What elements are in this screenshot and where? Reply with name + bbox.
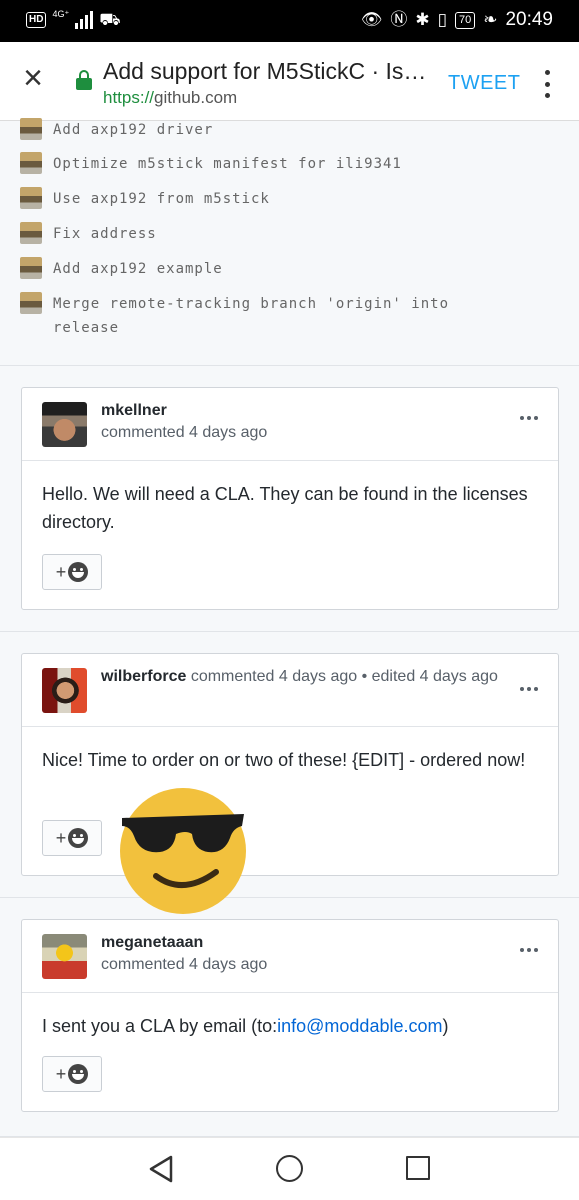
status-right: 👁 Ⓝ ✱ ▯ 70 ❧ 20:49 [361, 9, 553, 31]
vibrate-icon: ▯ [437, 10, 447, 29]
sunglasses-emoji-icon [120, 788, 246, 914]
nfc-icon: Ⓝ [390, 10, 408, 29]
hd-badge: HD [26, 12, 47, 28]
comment-card: mkellner commented 4 days ago Hello. We … [21, 387, 559, 610]
commit-avatar [20, 152, 42, 174]
more-horiz-icon[interactable] [520, 948, 538, 952]
back-icon[interactable] [148, 1155, 174, 1183]
plus-label: + [55, 828, 67, 848]
comment-header: wilberforce commented 4 days ago • edite… [22, 654, 558, 727]
comment-header-text: wilberforce commented 4 days ago • edite… [101, 668, 498, 686]
commit-avatar [20, 257, 42, 279]
status-left: HD 4G⁺ ⛟ [26, 8, 121, 30]
bus-icon: ⛟ [99, 10, 121, 29]
commits-list: Add axp192 driver Optimize m5stick manif… [0, 118, 579, 366]
lock-icon[interactable] [76, 70, 92, 90]
commit-avatar [20, 118, 42, 140]
bluetooth-icon: ✱ [415, 10, 430, 29]
recents-icon[interactable] [406, 1156, 430, 1180]
clock: 20:49 [505, 9, 553, 30]
more-vert-icon[interactable] [537, 70, 557, 98]
commit-item[interactable]: Merge remote-tracking branch 'origin' in… [20, 292, 523, 340]
avatar[interactable] [42, 402, 87, 447]
add-reaction-icon [68, 1064, 89, 1084]
email-link[interactable]: info@moddable.com [277, 1016, 442, 1036]
more-horiz-icon[interactable] [520, 416, 538, 420]
comment-author[interactable]: mkellner [101, 402, 167, 420]
commit-avatar [20, 292, 42, 314]
comment-body: Nice! Time to order on or two of these! … [42, 750, 526, 770]
commit-message[interactable]: Optimize m5stick manifest for ili9341 [53, 152, 523, 176]
body-text-end: ) [442, 1016, 449, 1036]
commit-message[interactable]: Merge remote-tracking branch 'origin' in… [53, 292, 523, 340]
plus-label: + [55, 1064, 67, 1084]
page-url[interactable]: https://github.com [103, 88, 237, 108]
url-host: github.com [154, 88, 238, 107]
comment-body: I sent you a CLA by email (to:info@modda… [22, 993, 558, 1040]
custom-tab-toolbar: × Add support for M5StickC · Issu... htt… [0, 42, 579, 121]
commit-item[interactable]: Fix address [20, 222, 523, 246]
signal-icon [75, 11, 94, 29]
add-reaction-icon [68, 562, 89, 582]
comment-section: meganetaaan commented 4 days ago I sent … [0, 898, 579, 1137]
comment-section: mkellner commented 4 days ago Hello. We … [0, 366, 579, 632]
commit-message[interactable]: Use axp192 from m5stick [53, 187, 523, 211]
comment-author[interactable]: wilberforce [101, 668, 186, 685]
avatar[interactable] [42, 934, 87, 979]
comment-timestamp: commented 4 days ago [101, 956, 268, 973]
plus-label: + [55, 562, 67, 582]
more-horiz-icon[interactable] [520, 687, 538, 691]
commit-avatar [20, 222, 42, 244]
commit-message[interactable]: Add axp192 example [53, 257, 523, 281]
url-protocol: https:// [103, 88, 155, 107]
add-reaction-icon [68, 828, 89, 848]
leaf-icon: ❧ [483, 10, 498, 29]
home-icon[interactable] [276, 1155, 303, 1182]
network-type: 4G⁺ [52, 8, 70, 19]
commit-message[interactable]: Add axp192 driver [53, 118, 523, 142]
comment-body: Hello. We will need a CLA. They can be f… [42, 484, 528, 532]
commit-message[interactable]: Fix address [53, 222, 523, 246]
comment-timestamp[interactable]: commented 4 days ago • edited 4 days ago [191, 668, 498, 685]
status-bar: HD 4G⁺ ⛟ 👁 Ⓝ ✱ ▯ 70 ❧ 20:49 [0, 0, 579, 42]
comment-header: meganetaaan commented 4 days ago [22, 920, 558, 993]
tweet-button[interactable]: TWEET [448, 72, 521, 95]
close-icon[interactable]: × [18, 61, 48, 95]
commit-avatar [20, 187, 42, 209]
comment-author[interactable]: meganetaaan [101, 934, 203, 952]
comment-header: mkellner commented 4 days ago [22, 388, 558, 461]
comment-card: meganetaaan commented 4 days ago I sent … [21, 919, 559, 1112]
add-reaction-button[interactable]: + [42, 820, 102, 856]
add-reaction-button[interactable]: + [42, 554, 102, 590]
comment-section: wilberforce commented 4 days ago • edite… [0, 632, 579, 898]
commit-item[interactable]: Optimize m5stick manifest for ili9341 [20, 152, 523, 176]
battery-icon: 70 [454, 11, 476, 29]
page-title: Add support for M5StickC · Issu... [103, 58, 433, 84]
commit-item[interactable]: Add axp192 driver [20, 118, 523, 142]
commit-item[interactable]: Use axp192 from m5stick [20, 187, 523, 211]
avatar[interactable] [42, 668, 87, 713]
comment-timestamp: commented 4 days ago [101, 424, 268, 441]
body-text: I sent you a CLA by email (to: [42, 1016, 278, 1036]
system-nav-bar [0, 1137, 579, 1200]
commit-item[interactable]: Add axp192 example [20, 257, 523, 281]
eye-icon: 👁 [360, 10, 383, 29]
comment-card: wilberforce commented 4 days ago • edite… [21, 653, 559, 876]
add-reaction-button[interactable]: + [42, 1056, 102, 1092]
